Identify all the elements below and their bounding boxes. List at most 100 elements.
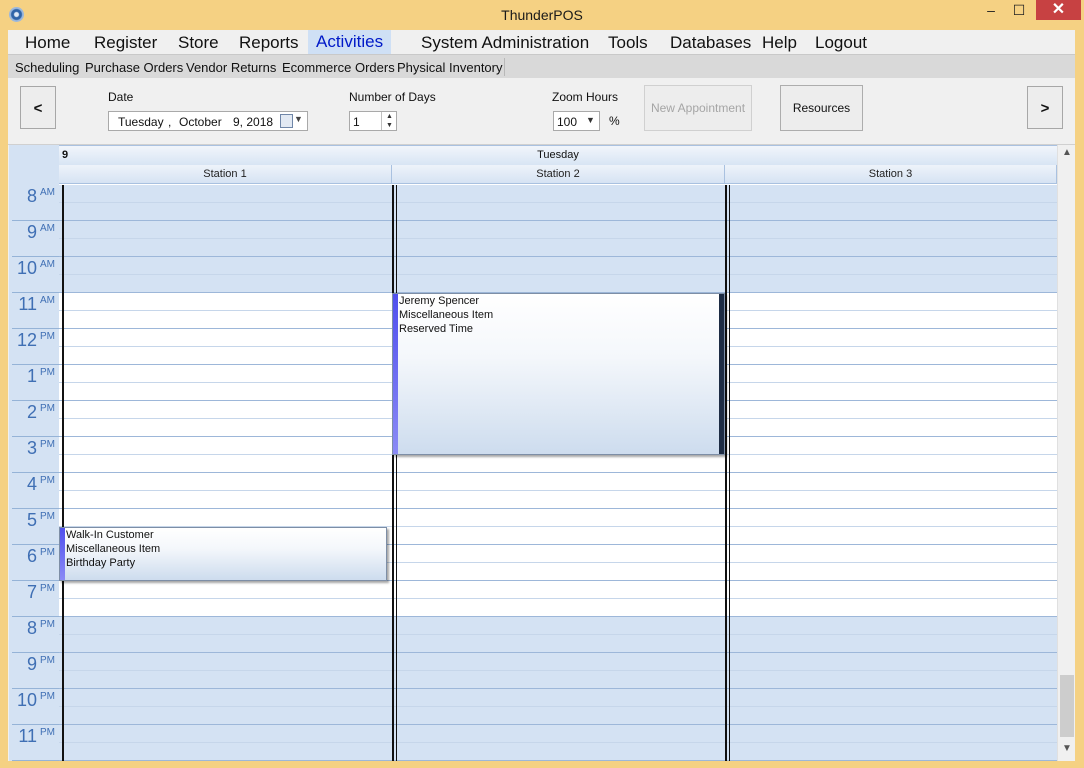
zoom-hours-value: 100 xyxy=(557,115,578,129)
number-of-days-label: Number of Days xyxy=(349,90,436,104)
time-slot-line xyxy=(59,238,1057,239)
previous-day-button[interactable]: < xyxy=(20,86,56,129)
hour-label: 11 PM xyxy=(9,725,59,761)
hour-meridiem: PM xyxy=(40,691,55,702)
date-label: Date xyxy=(108,90,134,104)
hour-number: 1 xyxy=(26,366,37,386)
new-appointment-button[interactable]: New Appointment xyxy=(644,85,752,131)
chevron-down-icon[interactable]: ▼ xyxy=(381,121,397,130)
time-slot-line xyxy=(59,724,1057,725)
appointment-customer: Walk-In Customer xyxy=(66,529,154,541)
appointment-customer: Jeremy Spencer xyxy=(399,295,480,307)
time-slot-line xyxy=(59,472,1057,473)
number-of-days-value: 1 xyxy=(353,115,360,129)
scroll-up-icon[interactable]: ▲ xyxy=(1058,147,1075,161)
hour-meridiem: PM xyxy=(40,439,55,450)
submenu-scheduling[interactable]: Scheduling xyxy=(15,60,79,75)
number-of-days-stepper[interactable]: 1 ▲ ▼ xyxy=(349,111,397,131)
hour-number: 6 xyxy=(26,546,37,566)
chevron-down-icon[interactable]: ▼ xyxy=(294,114,303,124)
hour-meridiem: AM xyxy=(40,187,55,198)
next-day-button[interactable]: > xyxy=(1027,86,1063,129)
menu-reports[interactable]: Reports xyxy=(239,33,299,53)
menu-tools[interactable]: Tools xyxy=(608,33,648,53)
resources-button[interactable]: Resources xyxy=(780,85,863,131)
station-header-2: Station 2 xyxy=(392,165,725,184)
appointment-description: Reserved Time xyxy=(399,323,473,335)
hour-number: 7 xyxy=(26,582,37,602)
hour-number: 11 xyxy=(18,294,37,314)
station-divider xyxy=(729,185,730,761)
menu-store[interactable]: Store xyxy=(178,33,219,53)
time-slot-line xyxy=(59,760,1057,761)
hour-label: 9 PM xyxy=(9,653,59,689)
menu-databases[interactable]: Databases xyxy=(670,33,751,53)
hour-label: 4 PM xyxy=(9,473,59,509)
station-divider xyxy=(725,185,727,761)
zoom-hours-label: Zoom Hours xyxy=(552,90,619,104)
chevron-up-icon[interactable]: ▲ xyxy=(381,112,397,121)
menu-logout[interactable]: Logout xyxy=(815,33,867,53)
hour-number: 9 xyxy=(26,222,37,242)
submenu-physical-inventory[interactable]: Physical Inventory xyxy=(397,60,503,75)
hour-meridiem: PM xyxy=(40,403,55,414)
appointment-status-bar xyxy=(60,528,65,580)
hour-number: 3 xyxy=(26,438,37,458)
chevron-down-icon[interactable]: ▼ xyxy=(586,115,595,125)
hour-number: 10 xyxy=(16,690,37,710)
appointment-walk-in-customer[interactable]: Walk-In Customer Miscellaneous Item Birt… xyxy=(59,527,387,581)
time-slot-line xyxy=(59,616,1057,617)
hour-label: 5 PM xyxy=(9,509,59,545)
hour-number: 4 xyxy=(26,474,37,494)
appointment-resize-handle[interactable] xyxy=(719,294,724,454)
submenu-vendor-returns[interactable]: Vendor Returns xyxy=(186,60,276,75)
time-slot-line xyxy=(59,490,1057,491)
menu-system-administration[interactable]: System Administration xyxy=(421,33,589,53)
menu-register[interactable]: Register xyxy=(94,33,157,53)
time-slot-line xyxy=(59,220,1057,221)
hour-meridiem: PM xyxy=(40,367,55,378)
menu-bar: Home Register Store Reports Activities S… xyxy=(8,30,876,54)
date-separator: , xyxy=(168,115,172,129)
hour-meridiem: PM xyxy=(40,583,55,594)
hour-label: 11 AM xyxy=(9,293,59,329)
scroll-down-icon[interactable]: ▼ xyxy=(1058,743,1075,757)
hour-label: 10 AM xyxy=(9,257,59,293)
time-slot-line xyxy=(59,256,1057,257)
time-slot-line xyxy=(59,508,1057,509)
date-picker[interactable]: Tuesday , October 9, 2018 ▼ xyxy=(108,111,308,131)
appointment-jeremy-spencer[interactable]: Jeremy Spencer Miscellaneous Item Reserv… xyxy=(392,293,725,455)
menu-activities[interactable]: Activities xyxy=(308,30,392,54)
zoom-hours-select[interactable]: 100 ▼ xyxy=(553,111,600,131)
hour-number: 10 xyxy=(16,258,37,278)
hour-meridiem: PM xyxy=(40,511,55,522)
menu-help[interactable]: Help xyxy=(762,33,797,53)
hour-number: 8 xyxy=(26,618,37,638)
date-day-year: 9, 2018 xyxy=(233,115,274,129)
hour-label: 9 AM xyxy=(9,221,59,257)
menu-home[interactable]: Home xyxy=(25,33,70,53)
time-slot-line xyxy=(59,598,1057,599)
hour-label: 7 PM xyxy=(9,581,59,617)
calendar-icon[interactable] xyxy=(280,114,293,128)
zoom-percent-unit: % xyxy=(609,114,620,128)
time-slot-line xyxy=(59,742,1057,743)
day-header: 9 Tuesday xyxy=(59,145,1057,166)
time-slot-line xyxy=(59,634,1057,635)
title-bar: ThunderPOS – ☐ ✕ xyxy=(0,0,1084,30)
submenu-purchase-orders[interactable]: Purchase Orders xyxy=(85,60,183,75)
station-divider xyxy=(392,185,394,761)
hour-number: 2 xyxy=(26,402,37,422)
appointment-description: Birthday Party xyxy=(66,557,136,569)
hour-label: 8 AM xyxy=(9,185,59,221)
close-button[interactable]: ✕ xyxy=(1036,0,1081,20)
maximize-button[interactable]: ☐ xyxy=(1000,0,1038,20)
hour-label: 6 PM xyxy=(9,545,59,581)
submenu-ecommerce-orders[interactable]: Ecommerce Orders xyxy=(282,60,395,75)
vertical-scrollbar[interactable]: ▲ ▼ xyxy=(1057,145,1075,761)
station-divider xyxy=(396,185,397,761)
appointment-item: Miscellaneous Item xyxy=(66,543,161,555)
date-weekday: Tuesday xyxy=(118,115,164,129)
scrollbar-thumb[interactable] xyxy=(1060,675,1074,737)
hour-number: 9 xyxy=(26,654,37,674)
